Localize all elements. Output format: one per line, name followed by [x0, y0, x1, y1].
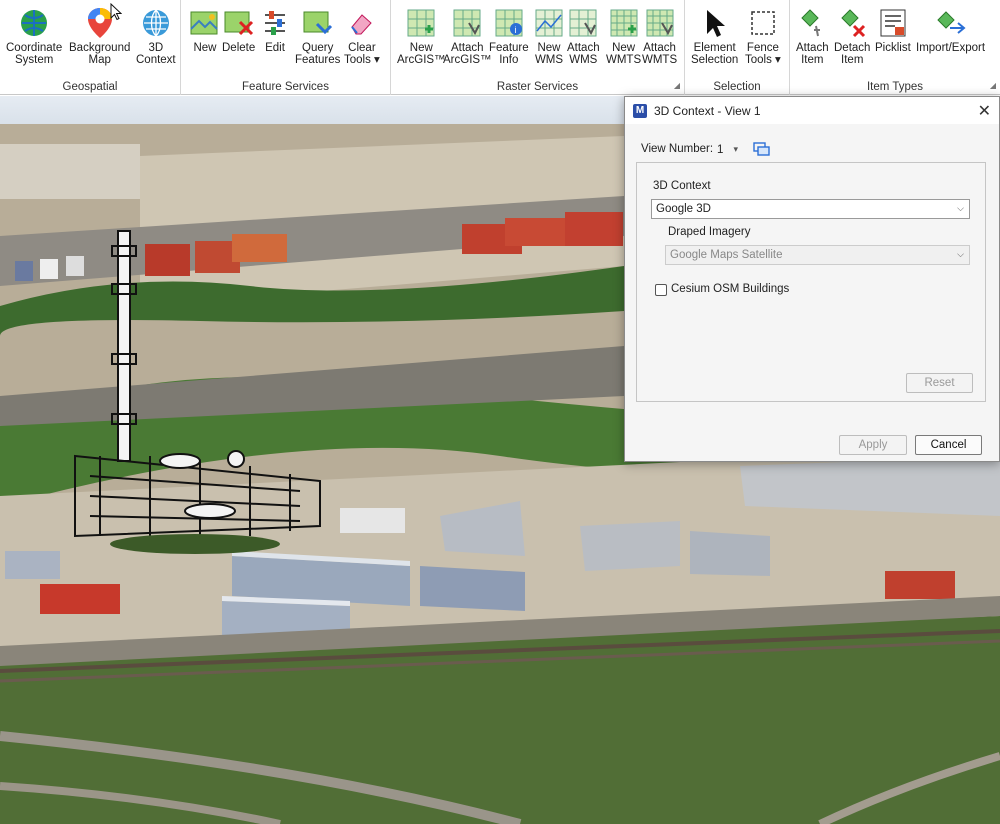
attach-item-button[interactable]: Attach Item	[796, 6, 829, 66]
dialog-title: 3D Context - View 1	[654, 103, 761, 118]
svg-text:i: i	[514, 25, 516, 35]
draped-imagery-label: Draped Imagery	[668, 226, 751, 238]
group-title: Raster Services	[496, 81, 579, 93]
chevron-down-icon: ⌵	[957, 249, 964, 259]
query-features-button[interactable]: Query Features	[295, 6, 340, 66]
wmts-new-icon	[608, 6, 640, 40]
view-number-label: View Number:	[641, 143, 714, 155]
clear-tools-button[interactable]: Clear Tools ▾	[344, 6, 380, 66]
detach-item-button[interactable]: Detach Item	[834, 6, 870, 66]
detach-item-icon	[836, 6, 868, 40]
3d-context-button[interactable]: 3D Context	[136, 6, 176, 66]
context-settings-panel	[636, 162, 986, 402]
apply-button[interactable]: Apply	[839, 435, 907, 455]
element-selection-button[interactable]: Element Selection	[691, 6, 738, 66]
cancel-button[interactable]: Cancel	[915, 435, 982, 455]
delete-feature-button[interactable]: Delete	[222, 6, 255, 54]
dialog-launcher-icon[interactable]: ◢	[990, 81, 996, 90]
group-title: Item Types	[866, 81, 924, 93]
coordinate-system-button[interactable]: Coordinate System	[6, 6, 62, 66]
draped-imagery-select[interactable]: Google Maps Satellite ⌵	[665, 245, 970, 265]
ribbon-toolbar: Coordinate System Background Map 3D Cont…	[0, 0, 1000, 95]
edit-feature-button[interactable]: Edit	[259, 6, 291, 54]
map-delete-icon	[223, 6, 255, 40]
picklist-icon	[877, 6, 909, 40]
reset-button[interactable]: Reset	[906, 373, 973, 393]
app-logo-icon: M	[633, 103, 647, 118]
globe-grid-icon	[140, 6, 172, 40]
group-title: Feature Services	[242, 81, 329, 93]
cesium-osm-buildings-label: Cesium OSM Buildings	[671, 283, 790, 295]
new-feature-button[interactable]: New	[189, 6, 221, 54]
group-title: Selection	[713, 81, 761, 93]
group-item-types: Attach Item Detach Item Picklist Import/…	[790, 0, 1000, 95]
attach-wms-button[interactable]: Attach WMS	[567, 6, 600, 66]
map-query-icon	[302, 6, 334, 40]
map-new-icon	[189, 6, 221, 40]
attach-arcgis-button[interactable]: Attach ArcGIS™	[443, 6, 492, 66]
attach-item-icon	[796, 6, 828, 40]
feature-info-button[interactable]: i Feature Info	[489, 6, 529, 66]
new-wms-button[interactable]: New WMS	[533, 6, 565, 66]
3d-context-select[interactable]: Google 3D ⌵	[651, 199, 970, 219]
group-geospatial: Coordinate System Background Map 3D Cont…	[0, 0, 181, 95]
globe-icon	[18, 6, 50, 40]
group-title: Geospatial	[62, 81, 118, 93]
group-feature-services: New Delete Edit Query Features Clear Too…	[181, 0, 391, 95]
wms-new-icon	[533, 6, 565, 40]
chevron-down-icon: ⌵	[957, 203, 964, 213]
new-wmts-button[interactable]: New WMTS	[606, 6, 641, 66]
close-icon[interactable]: ✕	[978, 101, 991, 121]
wmts-attach-icon	[644, 6, 676, 40]
fence-tools-button[interactable]: Fence Tools ▾	[745, 6, 781, 66]
raster-info-icon: i	[493, 6, 525, 40]
wms-attach-icon	[567, 6, 599, 40]
raster-new-icon	[405, 6, 437, 40]
import-export-button[interactable]: Import/Export	[916, 6, 985, 54]
group-selection: Element Selection Fence Tools ▾ Selectio…	[685, 0, 790, 95]
import-export-icon	[935, 6, 967, 40]
chevron-down-icon: ▾	[733, 144, 738, 154]
view-link-icon[interactable]	[753, 141, 771, 160]
new-arcgis-button[interactable]: New ArcGIS™	[397, 6, 446, 66]
mouse-cursor-icon	[110, 2, 123, 24]
dialog-launcher-icon[interactable]: ◢	[674, 81, 680, 90]
fence-icon	[747, 6, 779, 40]
view-number-select[interactable]: 1 ▾	[712, 140, 744, 160]
arrow-cursor-icon	[699, 6, 731, 40]
sliders-icon	[259, 6, 291, 40]
cesium-osm-buildings-checkbox[interactable]	[655, 284, 667, 296]
3d-context-label: 3D Context	[653, 180, 711, 192]
attach-wmts-button[interactable]: Attach WMTS	[642, 6, 677, 66]
picklist-button[interactable]: Picklist	[875, 6, 911, 54]
dialog-title-bar[interactable]: M 3D Context - View 1 ✕	[625, 97, 999, 124]
raster-attach-icon	[451, 6, 483, 40]
group-raster-services: New ArcGIS™ Attach ArcGIS™ i Feature Inf…	[391, 0, 685, 95]
eraser-icon	[346, 6, 378, 40]
